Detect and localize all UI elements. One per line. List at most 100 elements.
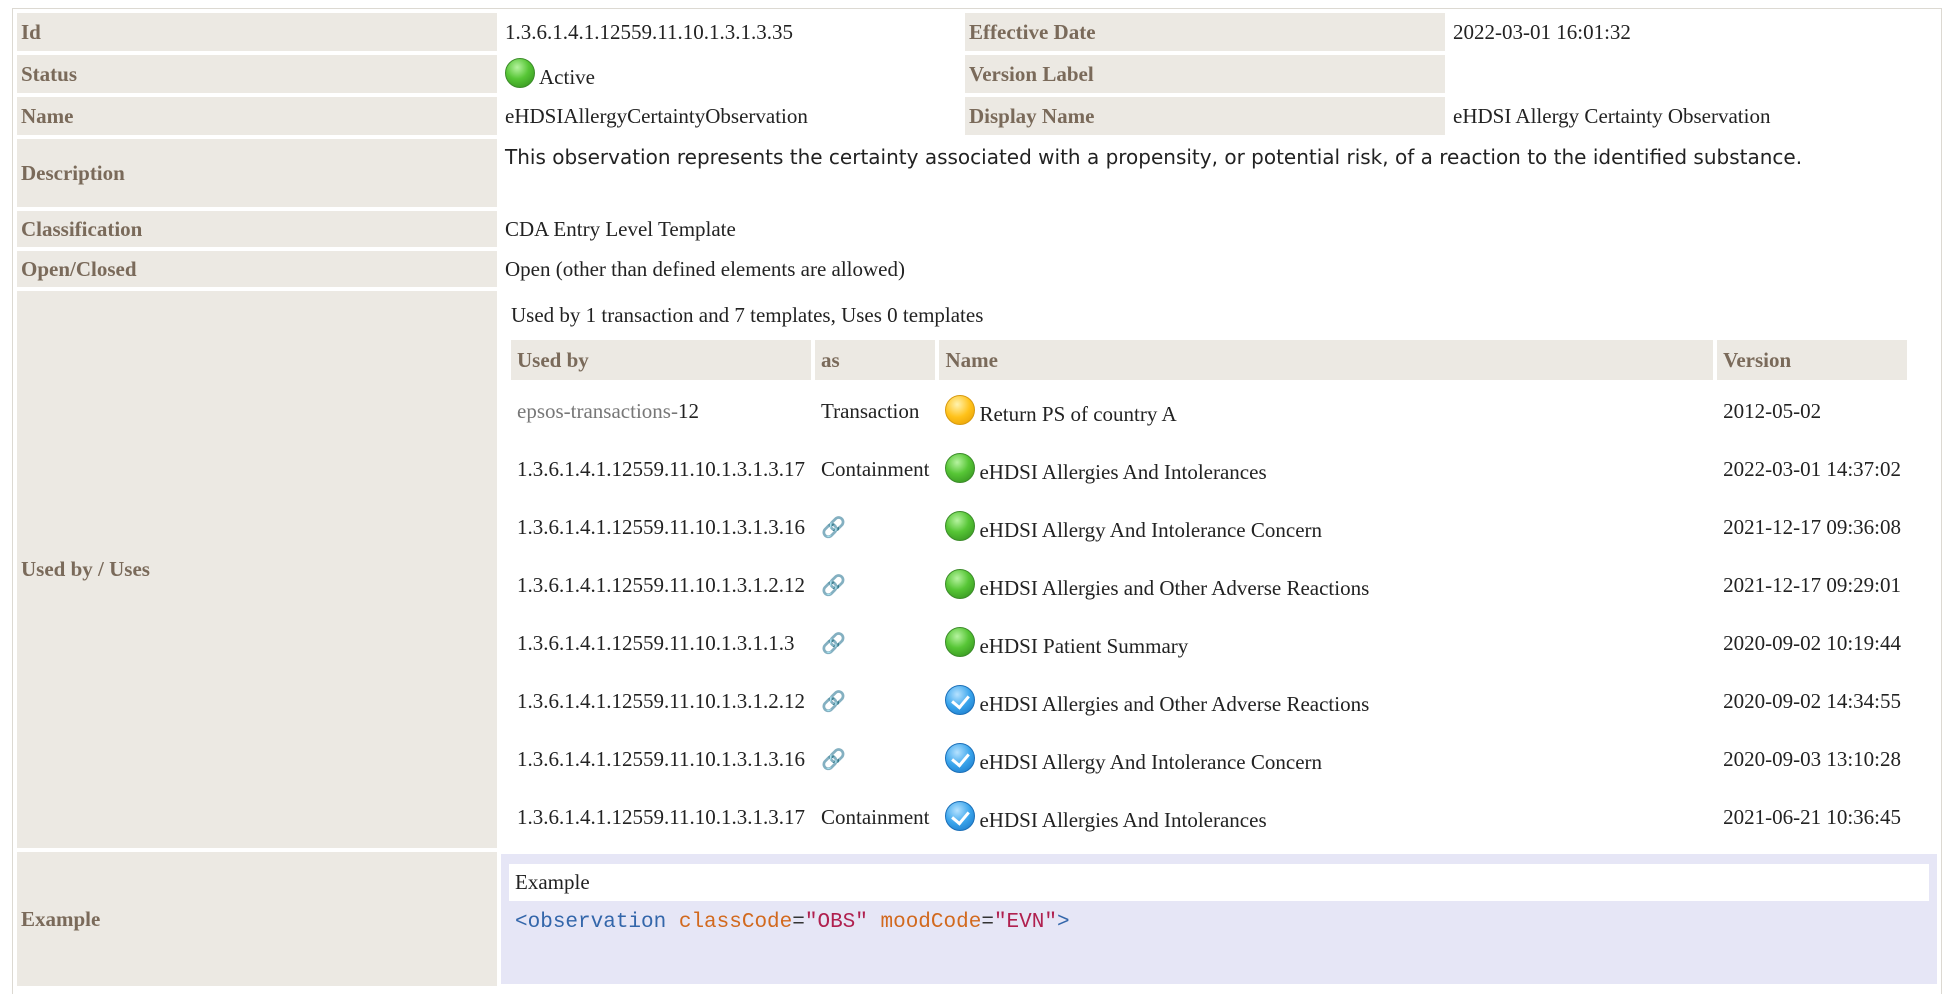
used-by-id[interactable]: 1.3.6.1.4.1.12559.11.10.1.3.1.2.12 xyxy=(517,573,805,597)
description-value: This observation represents the certaint… xyxy=(501,139,1937,207)
code-eq-2: = xyxy=(981,911,994,934)
as-cell: 🔗 xyxy=(815,558,936,612)
classification-value: CDA Entry Level Template xyxy=(501,211,1937,247)
name-label: Name xyxy=(17,97,497,135)
used-by-id-cell[interactable]: 1.3.6.1.4.1.12559.11.10.1.3.1.2.12 xyxy=(511,674,811,728)
display-name-value: eHDSI Allergy Certainty Observation xyxy=(1449,97,1937,135)
used-by-id[interactable]: 1.3.6.1.4.1.12559.11.10.1.3.1.3.17 xyxy=(517,457,805,481)
link-icon: 🔗 xyxy=(820,514,846,539)
version-cell: 2020-09-03 13:10:28 xyxy=(1723,746,1901,771)
as-cell: 🔗 xyxy=(815,500,936,554)
effective-date-label: Effective Date xyxy=(965,13,1445,51)
template-name: eHDSI Allergies And Intolerances xyxy=(979,460,1267,484)
example-title: Example xyxy=(509,864,1929,901)
link-icon: 🔗 xyxy=(820,572,846,597)
code-val-obs: "OBS" xyxy=(804,911,868,934)
status-text: Active xyxy=(539,65,595,89)
green-status-icon xyxy=(945,453,976,483)
code-attr-classcode: classCode xyxy=(678,911,793,934)
as-cell: 🔗 xyxy=(815,674,936,728)
name-cell: eHDSI Allergies and Other Adverse Reacti… xyxy=(939,558,1713,612)
link-icon: 🔗 xyxy=(820,688,846,713)
table-row: epsos-transactions-12 Transaction Return P… xyxy=(511,384,1907,438)
example-box: Example <observation classCode="OBS" moo… xyxy=(501,854,1937,984)
version-label-value xyxy=(1449,55,1937,93)
used-by-id-cell[interactable]: 1.3.6.1.4.1.12559.11.10.1.3.1.1.3 xyxy=(511,616,811,670)
version-cell: 2020-09-02 10:19:44 xyxy=(1723,630,1901,655)
header-used-by: Used by xyxy=(511,340,811,380)
link-icon: 🔗 xyxy=(820,746,846,771)
yellow-status-icon xyxy=(945,395,976,425)
transaction-prefix[interactable]: epsos-transactions- xyxy=(517,399,678,423)
blue-status-icon xyxy=(945,801,976,831)
template-details-frame: Id 1.3.6.1.4.1.12559.11.10.1.3.1.3.35 Ef… xyxy=(12,8,1942,994)
template-name: eHDSI Allergies and Other Adverse Reacti… xyxy=(979,576,1370,600)
used-by-id-cell[interactable]: 1.3.6.1.4.1.12559.11.10.1.3.1.2.12 xyxy=(511,558,811,612)
example-label: Example xyxy=(17,852,497,986)
used-by-caption: Used by 1 transaction and 7 templates, U… xyxy=(511,303,984,327)
row-open-closed: Open/Closed Open (other than defined ele… xyxy=(17,251,1937,287)
row-classification: Classification CDA Entry Level Template xyxy=(17,211,1937,247)
used-by-id[interactable]: 1.3.6.1.4.1.12559.11.10.1.3.1.3.17 xyxy=(517,805,805,829)
effective-date-value: 2022-03-01 16:01:32 xyxy=(1449,13,1937,51)
as-cell: 🔗 xyxy=(815,616,936,670)
blue-status-icon xyxy=(945,743,976,773)
classification-label: Classification xyxy=(17,211,497,247)
name-cell: eHDSI Allergy And Intolerance Concern xyxy=(939,732,1713,786)
id-label: Id xyxy=(17,13,497,51)
code-val-evn: "EVN" xyxy=(993,911,1057,934)
description-label: Description xyxy=(17,139,497,207)
used-by-table: Used by as Name Version epsos-transactio… xyxy=(507,336,1911,848)
table-row: 1.3.6.1.4.1.12559.11.10.1.3.1.2.12 🔗 eHDSI… xyxy=(511,558,1907,612)
version-cell: 2020-09-02 14:34:55 xyxy=(1723,688,1901,713)
version-cell: 2012-05-02 xyxy=(1723,398,1822,423)
id-value: 1.3.6.1.4.1.12559.11.10.1.3.1.3.35 xyxy=(501,13,961,51)
example-value: Example <observation classCode="OBS" moo… xyxy=(501,852,1937,986)
header-as: as xyxy=(814,340,936,380)
template-name: eHDSI Allergies And Intolerances xyxy=(979,808,1267,832)
used-by-id[interactable]: 1.3.6.1.4.1.12559.11.10.1.3.1.1.3 xyxy=(517,631,794,655)
used-by-value: Used by 1 transaction and 7 templates, U… xyxy=(501,291,1937,848)
version-cell: 2021-12-17 09:36:08 xyxy=(1723,514,1901,539)
row-used-by: Used by / Uses Used by 1 transaction and… xyxy=(17,291,1937,848)
green-status-icon xyxy=(945,569,976,599)
template-name: eHDSI Allergy And Intolerance Concern xyxy=(979,518,1323,542)
open-closed-label: Open/Closed xyxy=(17,251,497,287)
open-closed-value: Open (other than defined elements are al… xyxy=(501,251,1937,287)
as-cell: 🔗 xyxy=(815,732,936,786)
name-value: eHDSIAllergyCertaintyObservation xyxy=(501,97,961,135)
name-cell: eHDSI Patient Summary xyxy=(939,616,1713,670)
version-cell: 2021-12-17 09:29:01 xyxy=(1723,572,1901,597)
used-by-id-cell[interactable]: 1.3.6.1.4.1.12559.11.10.1.3.1.3.17 xyxy=(511,790,811,844)
row-example: Example Example <observation classCode="… xyxy=(17,852,1937,986)
name-cell: eHDSI Allergies And Intolerances xyxy=(939,442,1713,496)
used-by-id[interactable]: 12 xyxy=(678,399,699,423)
name-cell: eHDSI Allergy And Intolerance Concern xyxy=(939,500,1713,554)
used-by-id-cell[interactable]: 1.3.6.1.4.1.12559.11.10.1.3.1.3.16 xyxy=(511,500,811,554)
header-version: Version xyxy=(1717,340,1907,380)
code-tag: observation xyxy=(527,911,667,934)
used-by-id-cell[interactable]: 1.3.6.1.4.1.12559.11.10.1.3.1.3.16 xyxy=(511,732,811,786)
used-by-id-cell[interactable]: 1.3.6.1.4.1.12559.11.10.1.3.1.3.17 xyxy=(511,442,811,496)
row-id: Id 1.3.6.1.4.1.12559.11.10.1.3.1.3.35 Ef… xyxy=(17,13,1937,51)
example-code: <observation classCode="OBS" moodCode="E… xyxy=(509,901,1929,944)
green-status-icon xyxy=(945,511,976,541)
template-name: eHDSI Allergies and Other Adverse Reacti… xyxy=(979,692,1370,716)
template-name: Return PS of country A xyxy=(979,402,1177,426)
as-cell: Transaction xyxy=(820,398,920,423)
display-name-label: Display Name xyxy=(965,97,1445,135)
name-cell: Return PS of country A xyxy=(939,384,1713,438)
used-by-id[interactable]: 1.3.6.1.4.1.12559.11.10.1.3.1.2.12 xyxy=(517,689,805,713)
green-status-icon xyxy=(945,627,976,657)
table-row: 1.3.6.1.4.1.12559.11.10.1.3.1.2.12 🔗 eHDSI… xyxy=(511,674,1907,728)
used-by-id[interactable]: 1.3.6.1.4.1.12559.11.10.1.3.1.3.16 xyxy=(517,515,805,539)
as-cell: Containment xyxy=(820,804,930,829)
template-details-table: Id 1.3.6.1.4.1.12559.11.10.1.3.1.3.35 Ef… xyxy=(13,9,1941,990)
as-cell: Containment xyxy=(820,456,930,481)
table-row: 1.3.6.1.4.1.12559.11.10.1.3.1.3.16 🔗 eHDSI… xyxy=(511,732,1907,786)
name-cell: eHDSI Allergies And Intolerances xyxy=(939,790,1713,844)
used-by-id[interactable]: 1.3.6.1.4.1.12559.11.10.1.3.1.3.16 xyxy=(517,747,805,771)
status-label: Status xyxy=(17,55,497,93)
used-by-id-cell[interactable]: epsos-transactions-12 xyxy=(511,384,811,438)
table-row: 1.3.6.1.4.1.12559.11.10.1.3.1.3.16 🔗 eHDSI… xyxy=(511,500,1907,554)
